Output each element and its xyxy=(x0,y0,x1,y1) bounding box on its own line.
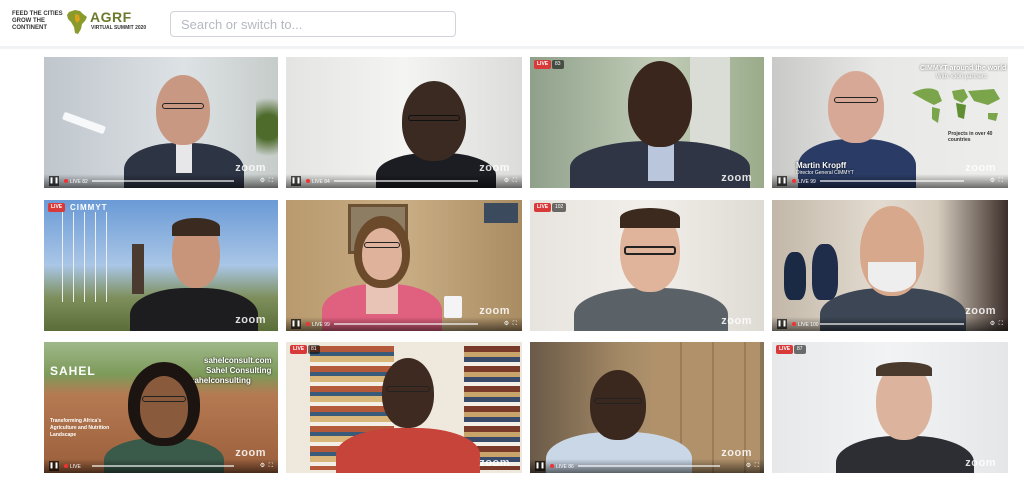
settings-fullscreen-icons[interactable]: ⚙ ⛶ xyxy=(504,177,518,185)
world-map-icon xyxy=(912,88,1000,123)
mug xyxy=(444,296,462,318)
brand-watermark: CIMMYT xyxy=(70,203,108,212)
live-indicator: LIVE 100 xyxy=(792,322,819,328)
video-tile[interactable]: ❚❚ LIVE 84 ⚙ ⛶ zoom xyxy=(286,57,522,188)
overlay-subtitle: With >300 partners xyxy=(936,74,987,80)
video-tile[interactable]: LIVE 81 zoom xyxy=(286,342,522,473)
pause-icon[interactable]: ❚❚ xyxy=(535,461,545,471)
vase xyxy=(812,244,838,300)
progress-bar[interactable] xyxy=(334,323,478,325)
video-tile[interactable]: ❚❚ LIVE 99 ⚙ ⛶ zoom xyxy=(286,200,522,331)
speaker xyxy=(546,362,692,473)
viewer-count: 87 xyxy=(794,345,806,354)
speaker xyxy=(336,358,480,473)
plant xyxy=(256,87,278,167)
progress-bar[interactable] xyxy=(334,180,478,182)
sahel-company: Sahel Consulting xyxy=(206,366,272,375)
zoom-watermark: zoom xyxy=(965,457,996,469)
inset-video xyxy=(484,203,518,223)
zoom-watermark: zoom xyxy=(479,162,510,174)
settings-fullscreen-icons[interactable]: ⚙ ⛶ xyxy=(990,320,1004,328)
agrf-logo-subtitle: VIRTUAL SUMMIT 2020 xyxy=(91,25,147,31)
overlay-projects: Projects in over 40 countries xyxy=(948,131,993,143)
progress-bar[interactable] xyxy=(578,465,720,467)
video-tile[interactable]: LIVE CIMMYT zoom xyxy=(44,200,278,331)
zoom-watermark: zoom xyxy=(479,457,510,469)
video-tile[interactable]: LIVE 87 zoom xyxy=(772,342,1008,473)
live-indicator: LIVE 84 xyxy=(306,179,330,185)
live-badge: LIVE xyxy=(776,345,794,354)
flag-poles xyxy=(52,212,112,302)
pause-icon[interactable]: ❚❚ xyxy=(777,319,787,329)
speaker-name: Martin Kropff xyxy=(796,161,847,170)
video-tile[interactable]: LIVE 102 zoom xyxy=(530,200,764,331)
settings-fullscreen-icons[interactable]: ⚙ ⛶ xyxy=(260,462,274,470)
sahel-tagline: Transforming Africa's Agriculture and Nu… xyxy=(50,418,110,438)
viewer-count: 83 xyxy=(552,60,564,69)
settings-fullscreen-icons[interactable]: ⚙ ⛶ xyxy=(504,320,518,328)
live-badge: LIVE xyxy=(290,345,308,354)
live-indicator: LIVE 82 xyxy=(64,179,88,185)
settings-fullscreen-icons[interactable]: ⚙ ⛶ xyxy=(746,462,760,470)
africa-map-icon xyxy=(67,10,87,34)
live-indicator: LIVE 99 xyxy=(792,179,816,185)
video-tile[interactable]: ❚❚ LIVE 86 ⚙ ⛶ zoom xyxy=(530,342,764,473)
zoom-watermark: zoom xyxy=(479,305,510,317)
search-input[interactable]: Search or switch to... xyxy=(170,11,456,37)
video-tile[interactable]: SAHEL sahelconsult.com Sahel Consulting … xyxy=(44,342,278,473)
settings-fullscreen-icons[interactable]: ⚙ ⛶ xyxy=(990,177,1004,185)
zoom-watermark: zoom xyxy=(721,447,752,459)
sahel-website: sahelconsult.com xyxy=(204,356,272,365)
zoom-watermark: zoom xyxy=(235,162,266,174)
feed-the-cities-logo: FEED THE CITIES GROW THE CONTINENT xyxy=(12,11,63,31)
speaker xyxy=(322,214,442,331)
live-badge: LIVE xyxy=(534,60,552,69)
viewer-count: 102 xyxy=(552,203,567,212)
live-badge: LIVE xyxy=(48,203,66,212)
speaker xyxy=(820,206,966,331)
video-tile[interactable]: CIMMYT around the world With >300 partne… xyxy=(772,57,1008,188)
live-indicator: LIVE 86 xyxy=(550,464,574,470)
vase xyxy=(784,252,806,300)
progress-bar[interactable] xyxy=(820,180,964,182)
zoom-watermark: zoom xyxy=(235,314,266,326)
speaker xyxy=(570,61,750,188)
pause-icon[interactable]: ❚❚ xyxy=(49,461,59,471)
video-tile[interactable]: ❚❚ LIVE 100 ⚙ ⛶ zoom xyxy=(772,200,1008,331)
speaker xyxy=(376,77,496,188)
pause-icon[interactable]: ❚❚ xyxy=(291,176,301,186)
pause-icon[interactable]: ❚❚ xyxy=(777,176,787,186)
speaker xyxy=(836,362,974,473)
sahel-logo: SAHEL xyxy=(50,364,96,378)
zoom-watermark: zoom xyxy=(965,305,996,317)
live-indicator: LIVE 99 xyxy=(306,322,330,328)
progress-bar[interactable] xyxy=(92,465,234,467)
speaker xyxy=(124,69,244,188)
overlay-title: CIMMYT around the world xyxy=(920,65,1007,72)
statue xyxy=(132,244,144,294)
progress-bar[interactable] xyxy=(820,323,964,325)
speaker xyxy=(130,218,258,331)
zoom-watermark: zoom xyxy=(721,315,752,327)
viewer-count: 81 xyxy=(308,345,320,354)
pause-icon[interactable]: ❚❚ xyxy=(49,176,59,186)
settings-fullscreen-icons[interactable]: ⚙ ⛶ xyxy=(260,177,274,185)
progress-bar[interactable] xyxy=(92,180,234,182)
header-divider xyxy=(0,46,1024,49)
speaker xyxy=(104,362,224,473)
agrf-logo-title: AGRF xyxy=(90,9,132,25)
speaker xyxy=(574,208,728,331)
video-tile[interactable]: ❚❚ LIVE 82 ⚙ ⛶ zoom xyxy=(44,57,278,188)
pause-icon[interactable]: ❚❚ xyxy=(291,319,301,329)
zoom-watermark: zoom xyxy=(721,172,752,184)
live-indicator: LIVE xyxy=(64,464,81,470)
video-tile[interactable]: LIVE 83 zoom xyxy=(530,57,764,188)
zoom-watermark: zoom xyxy=(965,162,996,174)
zoom-watermark: zoom xyxy=(235,447,266,459)
live-badge: LIVE xyxy=(534,203,552,212)
app-header: FEED THE CITIES GROW THE CONTINENT AGRF … xyxy=(0,0,1024,47)
